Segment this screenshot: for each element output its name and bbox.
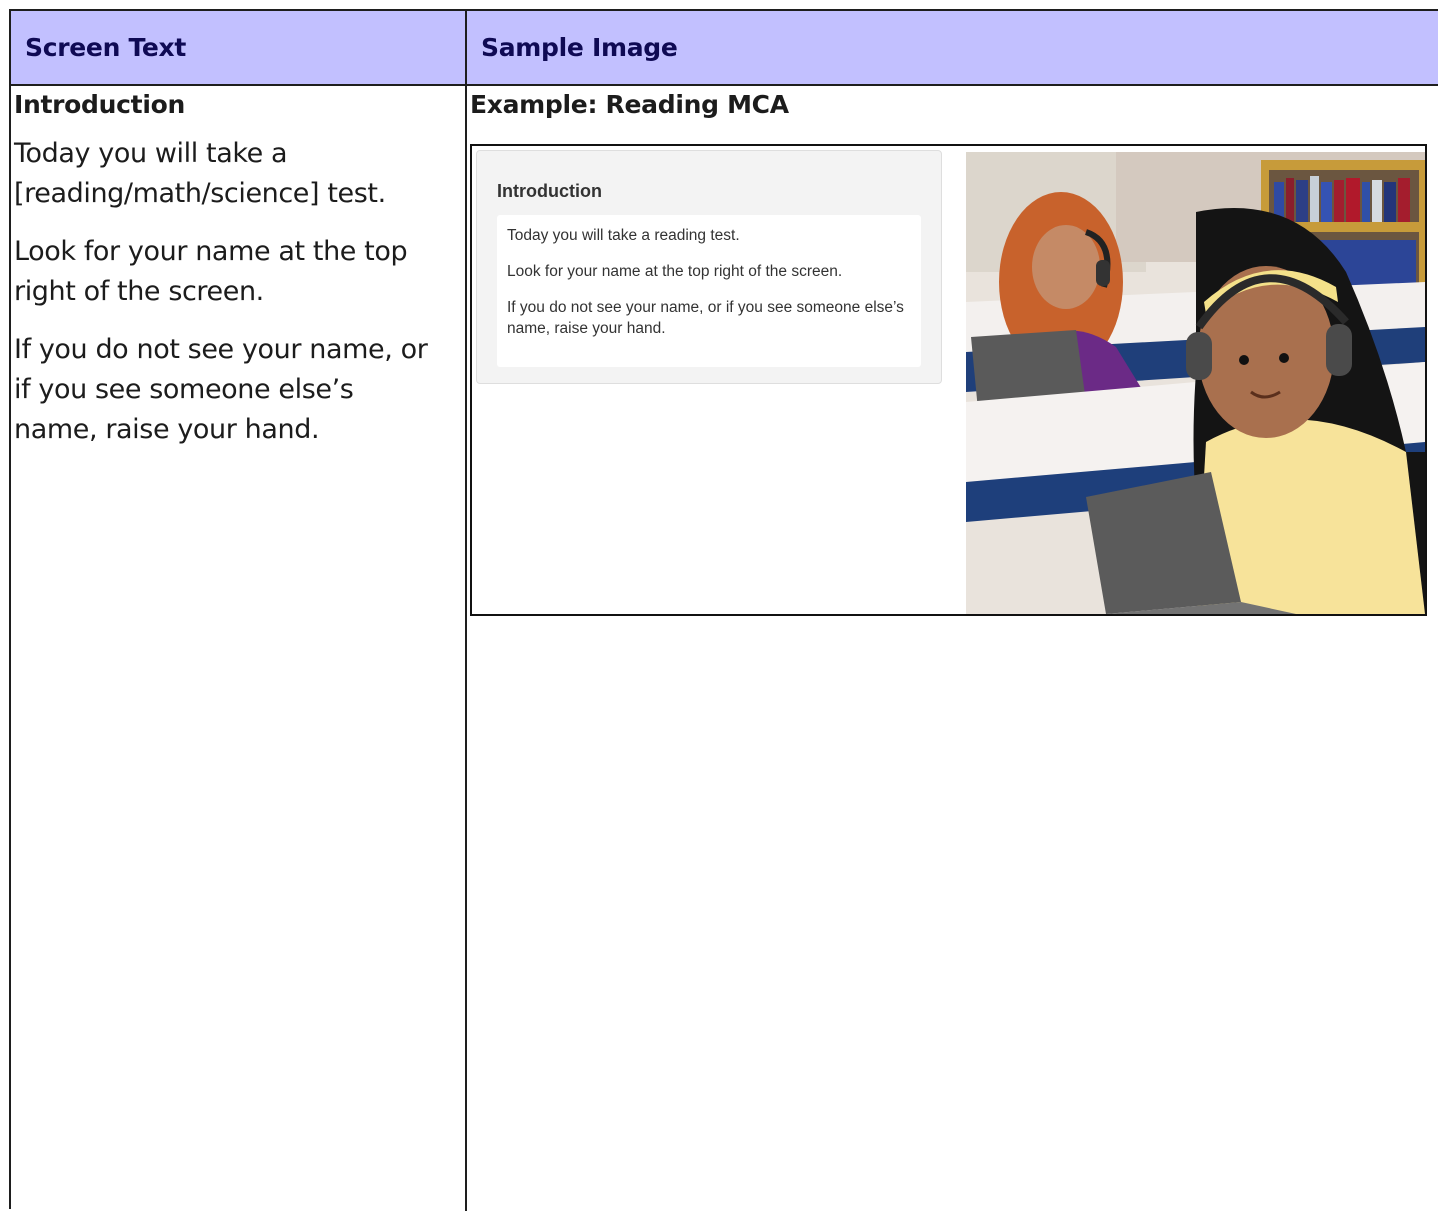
sample-intro-title: Introduction <box>497 181 602 201</box>
screen-text-heading: Introduction <box>14 90 185 119</box>
header-sample-image: Sample Image <box>481 33 678 62</box>
sample-intro-body: Today you will take a reading test. Look… <box>497 215 921 367</box>
header-screen-text: Screen Text <box>25 33 187 62</box>
students-illustration <box>966 152 1425 614</box>
table-header-row: Screen Text Sample Image <box>11 11 1438 86</box>
screen-text-paragraph: Today you will take a [reading/math/scie… <box>14 138 386 209</box>
sample-intro-paragraph: If you do not see your name, or if you s… <box>507 299 904 337</box>
screen-text-cell: Introduction Today you will take a [read… <box>14 86 439 468</box>
sample-intro-paragraph: Look for your name at the top right of t… <box>507 263 843 280</box>
sample-intro-panel: Introduction Today you will take a readi… <box>476 150 942 384</box>
column-divider <box>465 11 467 1211</box>
sample-intro-paragraph: Today you will take a reading test. <box>507 227 740 244</box>
sample-screenshot-frame: Introduction Today you will take a readi… <box>470 144 1427 616</box>
sample-image-cell: Example: Reading MCA Introduction Today … <box>470 86 1430 616</box>
screen-text-paragraph: Look for your name at the top right of t… <box>14 236 408 307</box>
sample-image-heading: Example: Reading MCA <box>470 90 789 119</box>
screen-text-paragraph: If you do not see your name, or if you s… <box>14 334 428 445</box>
